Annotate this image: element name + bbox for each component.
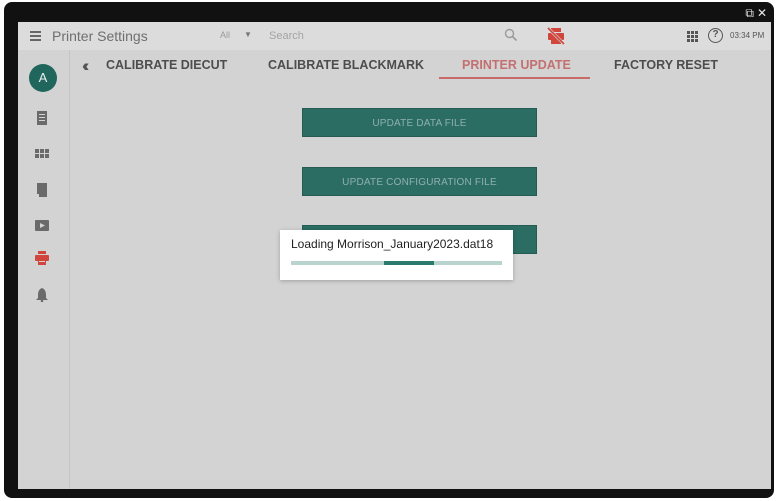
active-tab-indicator: [439, 77, 590, 79]
tab-calibrate-blackmark[interactable]: CALIBRATE BLACKMARK: [268, 58, 424, 72]
filter-select[interactable]: All: [220, 30, 230, 40]
page-title: Printer Settings: [52, 28, 148, 44]
app-screen: Printer Settings All ▼ Search ? 03:34 PM…: [18, 22, 771, 489]
progress-bar: [291, 261, 502, 265]
progress-bar-fill: [383, 261, 435, 265]
menu-icon[interactable]: [30, 29, 41, 43]
popout-icon[interactable]: ⧉: [745, 7, 754, 19]
printer-icon[interactable]: [35, 251, 49, 265]
document-icon[interactable]: [35, 111, 49, 125]
search-input[interactable]: Search: [269, 30, 304, 42]
clock: 03:34 PM: [730, 31, 765, 40]
search-icon[interactable]: [504, 28, 518, 42]
tab-bar: ‹‹ CALIBRATE DIECUT CALIBRATE BLACKMARK …: [70, 50, 771, 80]
sidebar: A: [18, 50, 70, 489]
close-icon[interactable]: ✕: [757, 7, 767, 19]
label-roll-icon[interactable]: [35, 183, 49, 197]
video-folder-icon[interactable]: [35, 218, 49, 232]
tab-calibrate-diecut[interactable]: CALIBRATE DIECUT: [106, 58, 227, 72]
tab-printer-update[interactable]: PRINTER UPDATE: [462, 58, 571, 72]
loading-dialog: Loading Morrison_January2023.dat18: [280, 230, 513, 280]
search-box[interactable]: Search: [266, 27, 536, 47]
apps-grid-icon[interactable]: [687, 31, 698, 42]
tab-factory-reset[interactable]: FACTORY RESET: [614, 58, 718, 72]
device-frame: ⧉ ✕ Printer Settings All ▼ Search ? 03:3…: [4, 2, 774, 498]
avatar[interactable]: A: [29, 64, 57, 92]
bell-icon[interactable]: [35, 288, 49, 302]
grid-icon[interactable]: [35, 149, 49, 163]
update-data-file-button[interactable]: UPDATE DATA FILE: [302, 108, 537, 137]
update-configuration-file-button[interactable]: UPDATE CONFIGURATION FILE: [302, 167, 537, 196]
chevron-down-icon[interactable]: ▼: [244, 30, 252, 39]
double-chevron-left-icon[interactable]: ‹‹: [82, 56, 90, 76]
no-print-icon[interactable]: [546, 26, 566, 46]
help-icon[interactable]: ?: [708, 28, 723, 43]
top-bar: Printer Settings All ▼ Search ? 03:34 PM: [18, 22, 771, 50]
loading-message: Loading Morrison_January2023.dat18: [291, 237, 494, 251]
